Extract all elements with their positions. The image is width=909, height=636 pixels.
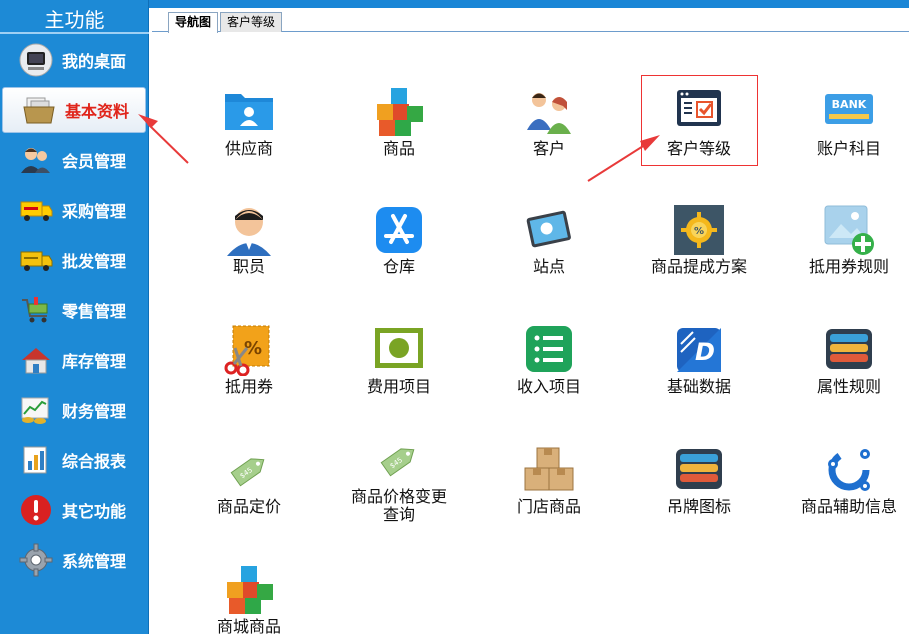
delivery-truck-icon (18, 242, 54, 278)
sidebar-item-label: 其它功能 (62, 502, 127, 521)
grid-item-account-subject[interactable]: BANK 账户科目 (774, 86, 909, 158)
tab-nav-map[interactable]: 导航图 (168, 12, 219, 33)
shopping-cart-icon (18, 292, 54, 328)
tab-bar: 导航图 客户等级 (152, 10, 909, 33)
grid-item-customer-level[interactable]: 客户等级 (624, 86, 774, 158)
grid-item-expense-item[interactable]: 费用项目 (324, 324, 474, 396)
svg-text:D: D (695, 338, 715, 366)
grid-item-basic-data[interactable]: D 基础数据 (624, 324, 774, 396)
color-cubes-icon (223, 564, 275, 616)
coupon-scissors-icon: % (223, 324, 275, 376)
image-plus-icon (823, 204, 875, 256)
sidebar-item-purchase[interactable]: 采购管理 (0, 187, 149, 233)
gear-ring-icon (823, 444, 875, 496)
svg-text:%: % (694, 226, 704, 237)
house-icon (18, 342, 54, 378)
sidebar-item-label: 我的桌面 (62, 52, 127, 71)
sidebar-item-label: 库存管理 (62, 352, 127, 371)
green-frame-icon (373, 324, 425, 376)
sidebar-item-label: 采购管理 (62, 202, 127, 221)
app-store-icon (373, 204, 425, 256)
sidebar-item-label: 综合报表 (62, 452, 127, 471)
grid-item-coupon-rules[interactable]: 抵用券规则 (774, 204, 909, 276)
grid-item-mall-product[interactable]: 商城商品 (174, 564, 324, 636)
sidebar-item-finance[interactable]: 财务管理 (0, 387, 149, 433)
sidebar-item-other[interactable]: 其它功能 (0, 487, 149, 533)
members-icon (18, 142, 54, 178)
sidebar-item-basic-data[interactable]: 基本资料 (2, 87, 146, 133)
sidebar-item-reports[interactable]: 综合报表 (0, 437, 149, 483)
sidebar: 主功能 我的桌面 基本资料 会员管理 采购管理 批发管理 零售管理 库存管理 财… (0, 0, 149, 634)
grid-item-attribute-rules[interactable]: 属性规则 (774, 324, 909, 396)
grid-item-customer[interactable]: 客户 (474, 86, 624, 158)
color-cubes-icon (373, 86, 425, 138)
stacked-layers-icon (673, 444, 725, 496)
grid-item-income-item[interactable]: 收入项目 (474, 324, 624, 396)
sidebar-item-label: 会员管理 (62, 152, 127, 171)
sidebar-item-label: 基本资料 (65, 102, 130, 121)
sidebar-item-inventory[interactable]: 库存管理 (0, 337, 149, 383)
grid-item-product-aux-info[interactable]: 商品辅助信息 (774, 444, 909, 516)
grid-item-employee[interactable]: 职员 (174, 204, 324, 276)
gear-icon (18, 542, 54, 578)
grid-item-store-product[interactable]: 门店商品 (474, 444, 624, 516)
grid-item-price-change-query[interactable]: $45 商品价格变更查询 (324, 434, 474, 524)
sidebar-item-label: 零售管理 (62, 302, 127, 321)
grid-item-supplier[interactable]: 供应商 (174, 86, 324, 158)
grid-item-product[interactable]: 商品 (324, 86, 474, 158)
boxes-icon (523, 444, 575, 496)
checklist-window-icon (673, 86, 725, 138)
green-list-icon (523, 324, 575, 376)
sidebar-item-label: 批发管理 (62, 252, 127, 271)
exclamation-icon (18, 492, 54, 528)
grid-item-coupon[interactable]: % 抵用券 (174, 324, 324, 396)
badge-gear-icon: % (673, 204, 725, 256)
bank-card-icon: BANK (823, 86, 875, 138)
bar-report-icon (18, 442, 54, 478)
folder-user-icon (223, 86, 275, 138)
dhl-truck-icon (18, 192, 54, 228)
price-tag-icon: $45 (373, 434, 425, 486)
sidebar-item-wholesale[interactable]: 批发管理 (0, 237, 149, 283)
grid-item-warehouse[interactable]: 仓库 (324, 204, 474, 276)
employee-icon (223, 204, 275, 256)
sidebar-item-retail[interactable]: 零售管理 (0, 287, 149, 333)
sidebar-item-members[interactable]: 会员管理 (0, 137, 149, 183)
sidebar-item-system[interactable]: 系统管理 (0, 537, 149, 583)
sidebar-item-desktop[interactable]: 我的桌面 (0, 37, 149, 83)
svg-text:BANK: BANK (832, 98, 867, 111)
grid-item-site[interactable]: 站点 (474, 204, 624, 276)
stacked-layers-icon (823, 324, 875, 376)
grid-item-product-pricing[interactable]: $45 商品定价 (174, 444, 324, 516)
tab-customer-level[interactable]: 客户等级 (220, 12, 283, 32)
customers-icon (523, 86, 575, 138)
sidebar-item-label: 财务管理 (62, 402, 127, 421)
d-logo-icon: D (673, 324, 725, 376)
price-tag-icon: $45 (223, 444, 275, 496)
grid-item-tag-icon[interactable]: 吊牌图标 (624, 444, 774, 516)
grid-item-commission-plan[interactable]: % 商品提成方案 (624, 204, 774, 276)
sidebar-title: 主功能 (0, 6, 149, 34)
tablet-icon (523, 204, 575, 256)
sidebar-item-label: 系统管理 (62, 552, 127, 571)
folder-files-icon (21, 92, 57, 128)
finance-chart-icon (18, 392, 54, 428)
monitor-icon (18, 42, 54, 78)
